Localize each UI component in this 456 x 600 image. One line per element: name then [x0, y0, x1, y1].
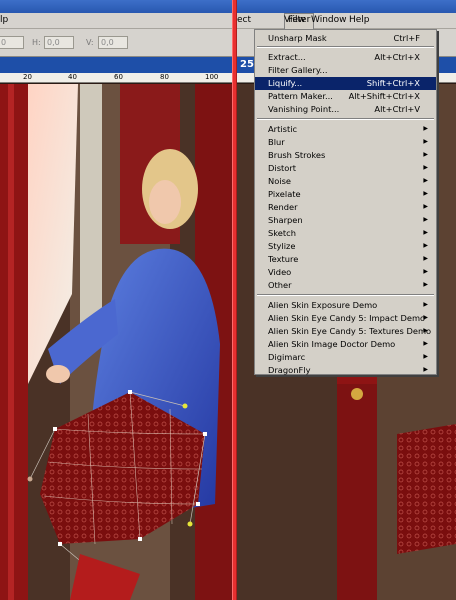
submenu-arrow-icon: ▶ [423, 229, 428, 236]
submenu-arrow-icon: ▶ [423, 242, 428, 249]
horizontal-ruler: 20 40 60 80 100 [0, 73, 232, 83]
submenu-arrow-icon: ▶ [423, 151, 428, 158]
v-field[interactable]: 0,0 [98, 36, 128, 49]
menu-item-pixelate[interactable]: Pixelate ▶ [255, 188, 436, 201]
submenu-arrow-icon: ▶ [423, 281, 428, 288]
ruler-tick-label: 100 [205, 73, 219, 81]
menu-window[interactable]: Window [311, 15, 347, 25]
menu-item-unsharp-mask[interactable]: Unsharp Mask Ctrl+F [255, 32, 436, 45]
submenu-arrow-icon: ▶ [423, 216, 428, 223]
w-field[interactable]: 0 [0, 36, 24, 49]
menu-item-dragonfly[interactable]: DragonFly ▶ [255, 364, 436, 375]
menu-help[interactable]: Help [349, 15, 370, 25]
menu-view[interactable]: View [284, 15, 305, 25]
submenu-arrow-icon: ▶ [423, 125, 428, 132]
document-title-bar [0, 57, 232, 73]
submenu-arrow-icon: ▶ [423, 353, 428, 360]
painting-canvas[interactable] [0, 84, 232, 600]
zoom-label: 25 [240, 59, 254, 70]
submenu-arrow-icon: ▶ [423, 255, 428, 262]
ruler-tick-label: 20 [23, 73, 32, 81]
options-bar: 0 H: 0,0 V: 0,0 [0, 29, 232, 57]
menu-item-video[interactable]: Video ▶ [255, 266, 436, 279]
submenu-arrow-icon: ▶ [423, 138, 428, 145]
ruler-tick-label: 40 [68, 73, 77, 81]
v-label: V: [86, 38, 94, 47]
menu-help-fragment[interactable]: lp [0, 15, 8, 25]
menu-item-sketch[interactable]: Sketch ▶ [255, 227, 436, 240]
menu-bar: ect Filter View Window Help [237, 13, 456, 29]
title-bar [0, 0, 232, 13]
menu-item-vanishing-point[interactable]: Vanishing Point... Alt+Ctrl+V [255, 103, 436, 116]
submenu-arrow-icon: ▶ [423, 366, 428, 373]
menu-item-digimarc[interactable]: Digimarc ▶ [255, 351, 436, 364]
menu-item-blur[interactable]: Blur ▶ [255, 136, 436, 149]
menu-item-artistic[interactable]: Artistic ▶ [255, 123, 436, 136]
menu-item-liquify[interactable]: Liquify... Shift+Ctrl+X [255, 77, 436, 90]
menu-item-eye-candy-textures[interactable]: Alien Skin Eye Candy 5: Textures Demo ▶ [255, 325, 436, 338]
menu-bar: lp [0, 13, 232, 29]
menu-item-noise[interactable]: Noise ▶ [255, 175, 436, 188]
menu-item-brush-strokes[interactable]: Brush Strokes ▶ [255, 149, 436, 162]
h-field[interactable]: 0,0 [44, 36, 74, 49]
menu-item-sharpen[interactable]: Sharpen ▶ [255, 214, 436, 227]
submenu-arrow-icon: ▶ [423, 327, 428, 334]
h-label: H: [32, 38, 41, 47]
submenu-arrow-icon: ▶ [423, 314, 428, 321]
menu-item-other[interactable]: Other ▶ [255, 279, 436, 292]
menu-item-eye-candy-impact[interactable]: Alien Skin Eye Candy 5: Impact Demo ▶ [255, 312, 436, 325]
menu-item-alien-skin-exposure[interactable]: Alien Skin Exposure Demo ▶ [255, 299, 436, 312]
menu-item-stylize[interactable]: Stylize ▶ [255, 240, 436, 253]
submenu-arrow-icon: ▶ [423, 177, 428, 184]
menu-item-image-doctor[interactable]: Alien Skin Image Doctor Demo ▶ [255, 338, 436, 351]
submenu-arrow-icon: ▶ [423, 164, 428, 171]
ruler-tick-label: 60 [114, 73, 123, 81]
menu-item-render[interactable]: Render ▶ [255, 201, 436, 214]
submenu-arrow-icon: ▶ [423, 203, 428, 210]
submenu-arrow-icon: ▶ [423, 340, 428, 347]
submenu-arrow-icon: ▶ [423, 301, 428, 308]
menu-item-pattern-maker[interactable]: Pattern Maker... Alt+Shift+Ctrl+X [255, 90, 436, 103]
title-bar [237, 0, 456, 13]
left-document-window: lp 0 H: 0,0 V: 0,0 20 40 60 80 100 [0, 0, 232, 600]
ruler-tick-label: 80 [160, 73, 169, 81]
menu-item-filter-gallery[interactable]: Filter Gallery... [255, 64, 436, 77]
menu-item-texture[interactable]: Texture ▶ [255, 253, 436, 266]
menu-item-distort[interactable]: Distort ▶ [255, 162, 436, 175]
menu-item-extract[interactable]: Extract... Alt+Ctrl+X [255, 51, 436, 64]
menu-select-fragment[interactable]: ect [237, 15, 251, 25]
filter-menu-dropdown: Unsharp Mask Ctrl+F Extract... Alt+Ctrl+X … [254, 29, 437, 375]
submenu-arrow-icon: ▶ [423, 268, 428, 275]
submenu-arrow-icon: ▶ [423, 190, 428, 197]
